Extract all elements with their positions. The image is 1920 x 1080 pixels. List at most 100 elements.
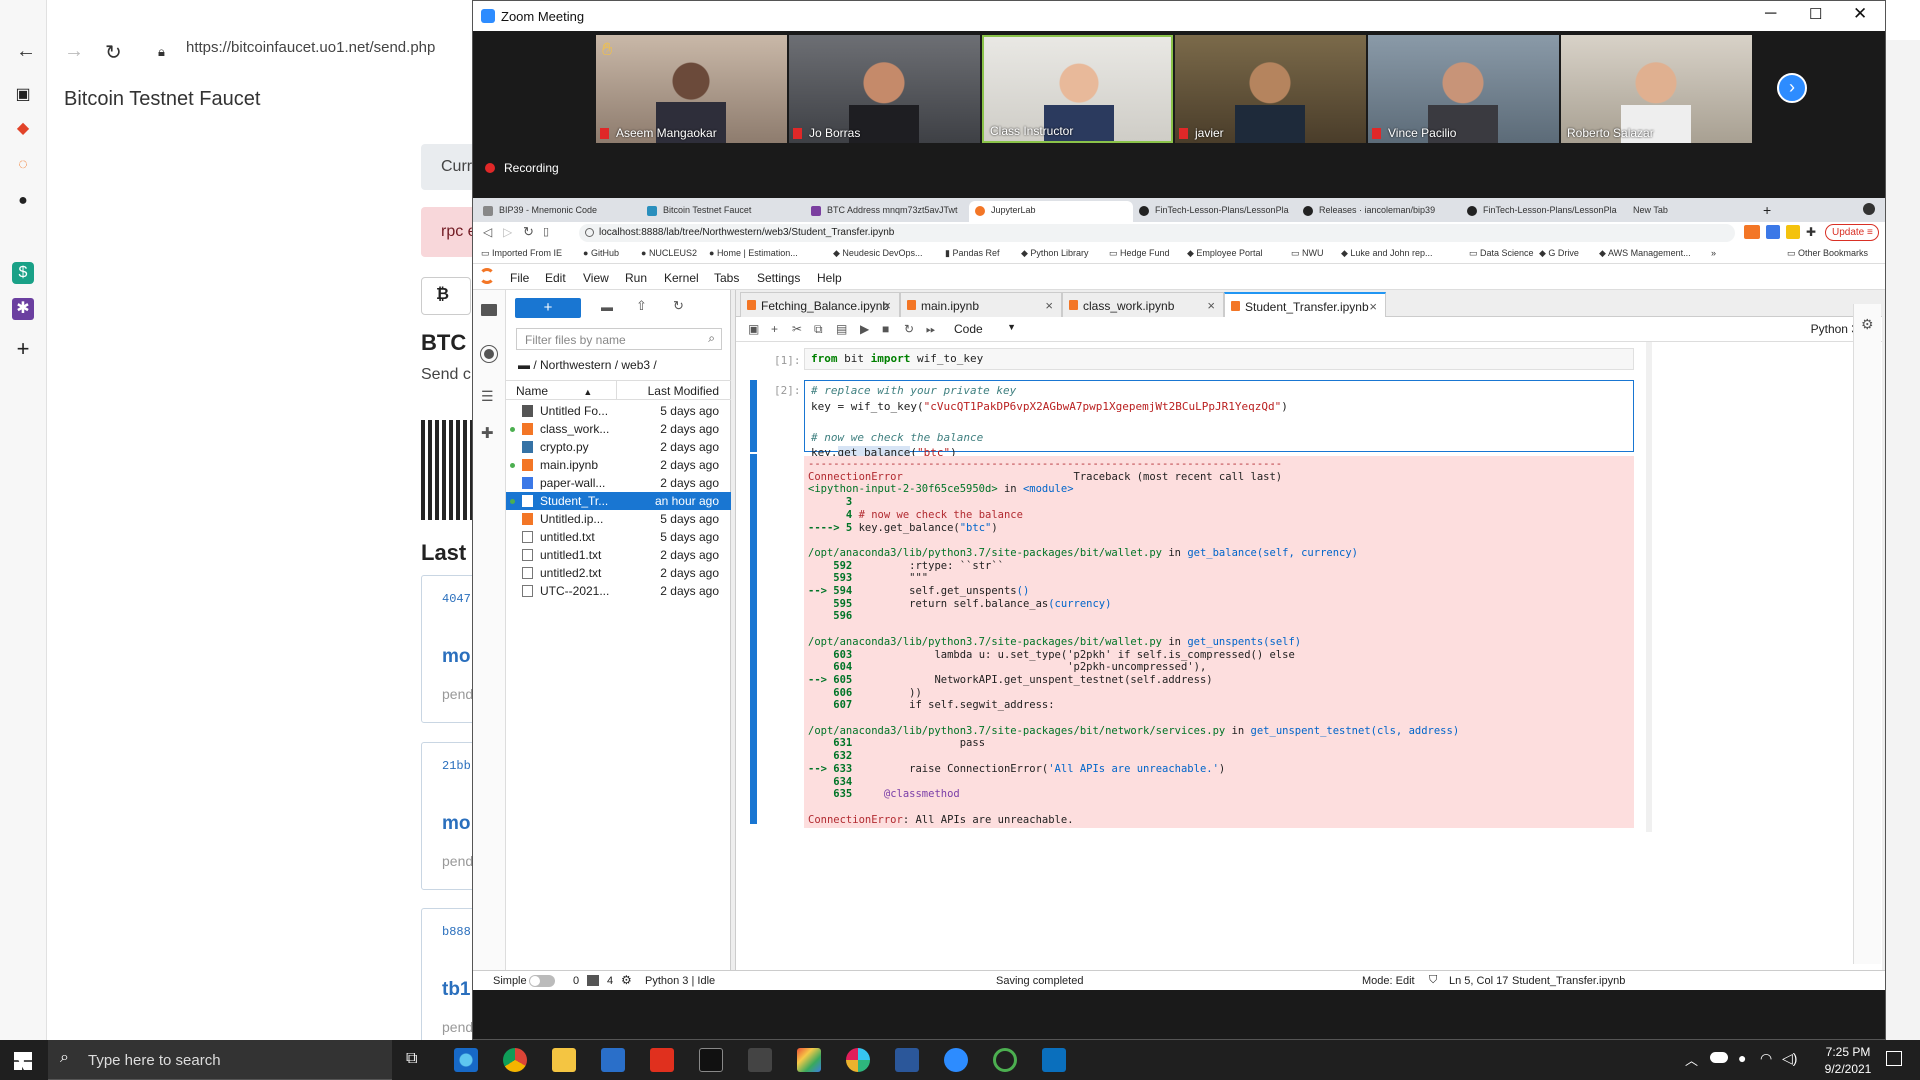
collections-icon[interactable]: ▣ (12, 84, 34, 106)
run-icon[interactable]: ▶ (860, 322, 869, 336)
participant-video[interactable]: Roberto Salazar (1561, 35, 1752, 143)
participant-video-active[interactable]: Class Instructor (982, 35, 1173, 143)
doc-tab[interactable]: class_work.ipynb × (1062, 292, 1224, 317)
calculator-icon[interactable] (601, 1048, 625, 1072)
refresh-icon[interactable]: ↻ (105, 40, 122, 65)
property-inspector-icon[interactable]: ⚙ (1861, 316, 1874, 333)
clock-time[interactable]: 7:25 PM (1818, 1045, 1878, 1059)
close-tab-icon[interactable]: × (1369, 299, 1377, 314)
bitcoin-icon[interactable]: ₿ (421, 277, 471, 315)
upload-icon[interactable]: ⇧ (636, 298, 647, 314)
new-folder-icon[interactable]: ▬ (601, 300, 613, 314)
file-row[interactable]: crypto.py 2 days ago (506, 438, 731, 456)
bitcoin-app-icon[interactable]: $ (12, 262, 34, 284)
slack-icon[interactable] (846, 1048, 870, 1072)
extension-icon[interactable] (1786, 225, 1800, 239)
bookmark-item[interactable]: ◆ Neudesic DevOps... (833, 248, 922, 259)
forward-icon[interactable]: → (64, 40, 84, 63)
chrome-icon[interactable] (503, 1048, 527, 1072)
cursor-position[interactable]: Ln 5, Col 17 (1449, 975, 1508, 987)
bookmark-item[interactable]: ● Home | Estimation... (709, 248, 798, 258)
refresh-icon[interactable]: ↻ (673, 298, 684, 314)
forward-icon[interactable]: ▷ (503, 225, 512, 239)
gitlab-icon[interactable]: ◆ (12, 118, 34, 140)
back-icon[interactable]: ← (16, 40, 36, 63)
chrome-tab[interactable]: FinTech-Lesson-Plans/LessonPla (1133, 201, 1297, 222)
extension-icon[interactable] (1744, 225, 1760, 239)
file-row[interactable]: Untitled Fo... 5 days ago (506, 402, 731, 420)
bookmark-item[interactable]: ◆ Luke and John rep... (1341, 248, 1432, 259)
minimize-icon[interactable]: ─ (1765, 5, 1776, 23)
mode-indicator[interactable]: Mode: Edit (1362, 975, 1415, 987)
chrome-tab[interactable]: Releases · iancoleman/bip39 (1297, 201, 1461, 222)
menu-view[interactable]: View (583, 271, 609, 285)
modified-column-header[interactable]: Last Modified (648, 384, 719, 398)
app-icon[interactable] (748, 1048, 772, 1072)
participant-video[interactable]: javier (1175, 35, 1366, 143)
chrome-tab[interactable]: New Tab (1625, 201, 1745, 222)
bookmark-item[interactable]: ▭ Imported From IE (481, 248, 562, 259)
name-column-header[interactable]: Name ▲ (516, 384, 592, 398)
simple-mode-toggle[interactable] (529, 975, 555, 987)
app-icon[interactable] (993, 1048, 1017, 1072)
bookmark-item[interactable]: ● NUCLEUS2 (641, 248, 697, 258)
extensions-puzzle-icon[interactable]: ✚ (1806, 225, 1820, 239)
windows-start-icon[interactable] (14, 1052, 32, 1070)
taskbar-search-box[interactable]: ⌕ Type here to search (48, 1040, 392, 1080)
bookmark-icon[interactable]: ▯ (543, 225, 549, 238)
extension-icon[interactable] (1766, 225, 1780, 239)
bookmark-item[interactable]: ▭ NWU (1291, 248, 1324, 259)
doc-tab[interactable]: Fetching_Balance.ipynb × (740, 292, 900, 317)
tx-address-link[interactable]: mo (442, 813, 471, 835)
file-row[interactable]: main.ipynb 2 days ago (506, 456, 731, 474)
onedrive-icon[interactable] (1710, 1052, 1728, 1063)
menu-kernel[interactable]: Kernel (664, 271, 699, 285)
bookmark-item[interactable]: ◆ AWS Management... (1599, 248, 1691, 259)
menu-help[interactable]: Help (817, 271, 842, 285)
notification-icon[interactable] (1886, 1051, 1902, 1066)
more-bookmarks-icon[interactable]: » (1711, 248, 1716, 258)
chevron-up-icon[interactable]: ︿ (1685, 1050, 1698, 1069)
doc-tab[interactable]: main.ipynb × (900, 292, 1062, 317)
tx-address-link[interactable]: tb1 (442, 979, 471, 1001)
volume-icon[interactable]: ◁) (1782, 1050, 1797, 1067)
jupyter-icon[interactable]: ◌ (12, 154, 34, 176)
extension-manager-icon[interactable]: ✚ (481, 424, 494, 442)
doc-tab-active[interactable]: Student_Transfer.ipynb × (1224, 292, 1386, 318)
file-row[interactable]: UTC--2021... 2 days ago (506, 582, 731, 600)
file-row[interactable]: Untitled.ip... 5 days ago (506, 510, 731, 528)
toc-icon[interactable]: ☰ (481, 388, 494, 405)
kernel-name[interactable]: Python 3 (1811, 322, 1858, 336)
file-row[interactable]: paper-wall... 2 days ago (506, 474, 731, 492)
clock-date[interactable]: 9/2/2021 (1818, 1062, 1878, 1076)
tx-hash-link[interactable]: b888 (442, 925, 471, 939)
git-icon[interactable] (797, 1048, 821, 1072)
menu-run[interactable]: Run (625, 271, 647, 285)
notebook-scrollbar[interactable] (1646, 342, 1652, 832)
task-view-icon[interactable]: ⧉ (406, 1050, 417, 1068)
participant-video[interactable]: ✋︎ Aseem Mangaokar (596, 35, 787, 143)
stop-icon[interactable]: ■ (882, 322, 889, 336)
breadcrumb[interactable]: ▬ / Northwestern / web3 / (518, 358, 657, 372)
chrome-menu-icon[interactable] (1863, 203, 1875, 215)
edge-scrollbar[interactable] (1886, 40, 1920, 1040)
close-tab-icon[interactable]: × (883, 298, 891, 313)
menu-settings[interactable]: Settings (757, 271, 800, 285)
kernel-status[interactable]: Python 3 | Idle (645, 975, 715, 987)
edge-icon[interactable] (454, 1048, 478, 1072)
menu-tabs[interactable]: Tabs (714, 271, 739, 285)
chrome-tab-active[interactable]: JupyterLab (969, 201, 1133, 222)
close-tab-icon[interactable]: × (1207, 298, 1215, 313)
wifi-icon[interactable]: ◠ (1760, 1050, 1772, 1067)
file-row[interactable]: untitled2.txt 2 days ago (506, 564, 731, 582)
chrome-tab[interactable]: FinTech-Lesson-Plans/LessonPla (1461, 201, 1625, 222)
copy-icon[interactable]: ⧉ (814, 322, 823, 337)
restart-icon[interactable]: ↻ (904, 322, 914, 336)
chrome-tab[interactable]: BIP39 - Mnemonic Code (477, 201, 641, 222)
github-icon[interactable]: ● (12, 190, 34, 212)
tx-address-link[interactable]: mo (442, 646, 471, 668)
office-icon[interactable] (650, 1048, 674, 1072)
zoom-icon[interactable] (944, 1048, 968, 1072)
bookmark-item[interactable]: ● GitHub (583, 248, 619, 258)
next-page-icon[interactable]: › (1777, 73, 1807, 103)
